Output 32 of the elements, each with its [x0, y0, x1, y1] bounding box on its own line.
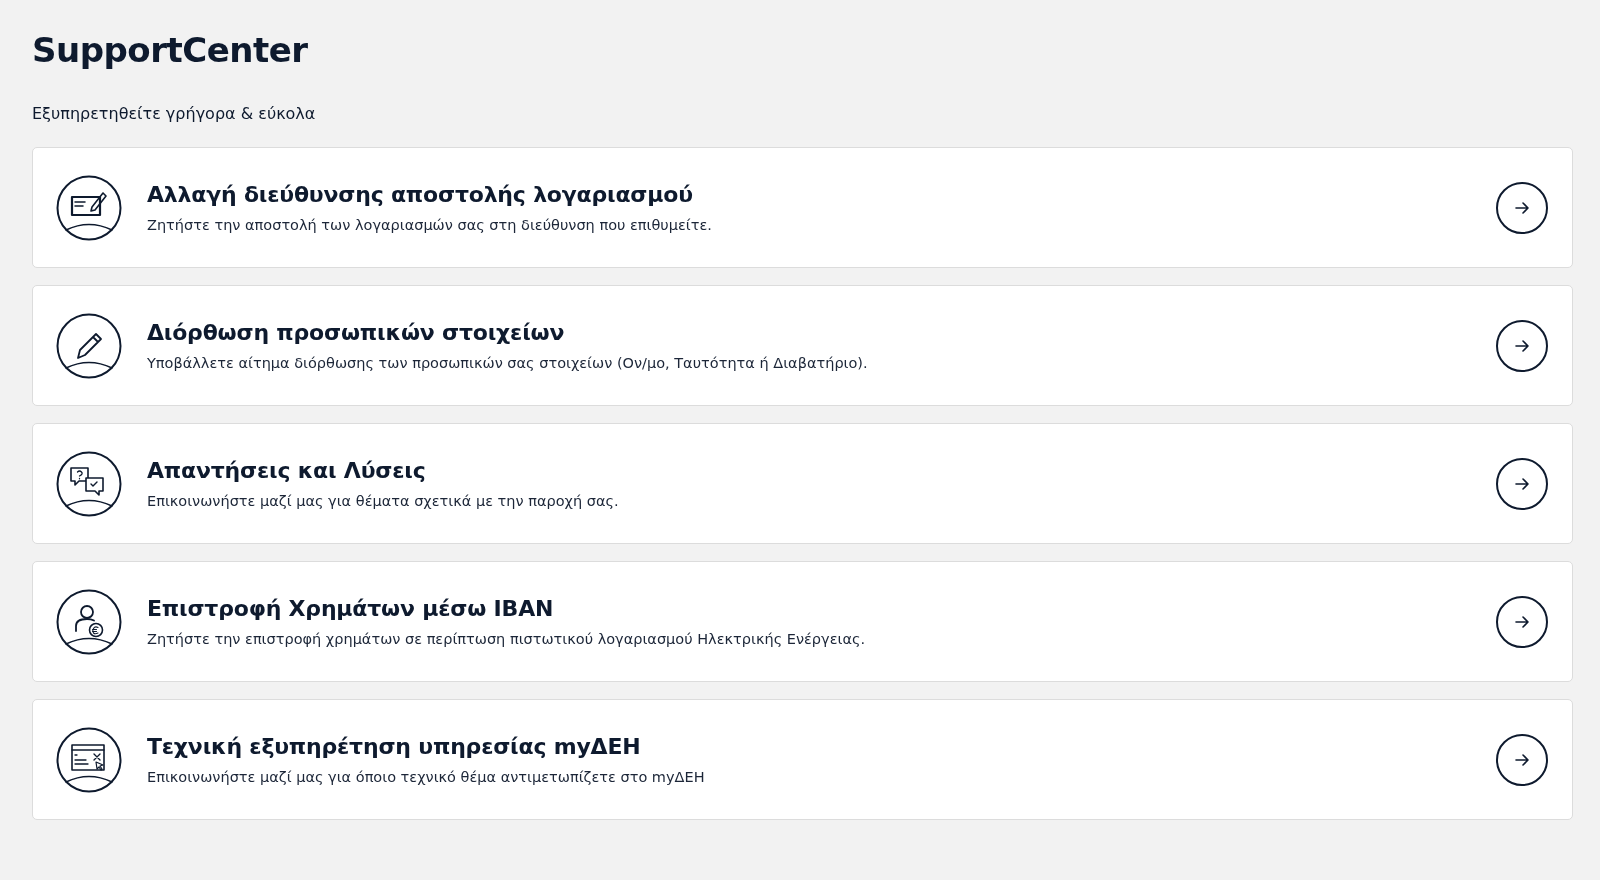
page-title: SupportCenter [32, 29, 309, 72]
arrow-right-button[interactable] [1496, 595, 1548, 648]
arrow-right-button[interactable] [1496, 181, 1548, 234]
service-title: Αλλαγή διεύθυνσης αποστολής λογαριασμού [147, 180, 694, 209]
arrow-right-icon [1514, 199, 1530, 216]
service-title: Επιστροφή Χρημάτων μέσω IBAN [147, 594, 555, 623]
browser-window-icon [56, 726, 122, 793]
service-card[interactable]: Διόρθωση προσωπικών στοιχείων Υποβάλλετε αίτημα διόρθωσης των προσωπικών σας στοιχείων (Ον/μο, Ταυτότητα ή Διαβατήριο). [32, 285, 1573, 406]
service-card[interactable]: Απαντήσεις και Λύσεις Επικοινωνήστε μαζί μας για θέματα σχετικά με την παροχή σας. [32, 423, 1573, 544]
arrow-right-button[interactable] [1496, 733, 1548, 786]
service-title: Διόρθωση προσωπικών στοιχείων [147, 318, 566, 347]
service-description: Ζητήστε την επιστροφή χρημάτων σε περίπτωση πιστωτικού λογαριασμού Ηλεκτρικής Ενέργειας. [147, 629, 867, 649]
service-description: Υποβάλλετε αίτημα διόρθωσης των προσωπικών σας στοιχείων (Ον/μο, Ταυτότητα ή Διαβατήριο). [147, 353, 869, 373]
arrow-right-button[interactable] [1496, 457, 1548, 510]
pencil-icon [56, 312, 122, 379]
service-title: Τεχνική εξυπηρέτηση υπηρεσίας myΔΕΗ [147, 732, 642, 761]
page-subtitle: Εξυπηρετηθείτε γρήγορα & εύκολα [32, 103, 317, 125]
service-card[interactable]: Αλλαγή διεύθυνσης αποστολής λογαριασμού Ζητήστε την αποστολή των λογαριασμών σας στη διεύθυνση που επιθυμείτε. [32, 147, 1573, 268]
service-card[interactable]: Επιστροφή Χρημάτων μέσω IBAN Ζητήστε την επιστροφή χρημάτων σε περίπτωση πιστωτικού λογαριασμού Ηλεκτρικής Ενέργειας. [32, 561, 1573, 682]
service-description: Επικοινωνήστε μαζί μας για όποιο τεχνικό θέμα αντιμετωπίζετε στο myΔΕΗ [147, 767, 706, 787]
speech-bubbles-icon [56, 450, 122, 517]
service-card[interactable]: Τεχνική εξυπηρέτηση υπηρεσίας myΔΕΗ Επικοινωνήστε μαζί μας για όποιο τεχνικό θέμα αντιμετωπίζετε στο myΔΕΗ [32, 699, 1573, 820]
service-description: Επικοινωνήστε μαζί μας για θέματα σχετικά με την παροχή σας. [147, 491, 620, 511]
service-title: Απαντήσεις και Λύσεις [147, 456, 427, 485]
person-euro-icon [56, 588, 122, 655]
arrow-right-icon [1514, 751, 1530, 768]
arrow-right-icon [1514, 475, 1530, 492]
service-description: Ζητήστε την αποστολή των λογαριασμών σας στη διεύθυνση που επιθυμείτε. [147, 215, 713, 235]
arrow-right-icon [1514, 613, 1530, 630]
letter-pen-icon [56, 174, 122, 241]
arrow-right-button[interactable] [1496, 319, 1548, 372]
arrow-right-icon [1514, 337, 1530, 354]
